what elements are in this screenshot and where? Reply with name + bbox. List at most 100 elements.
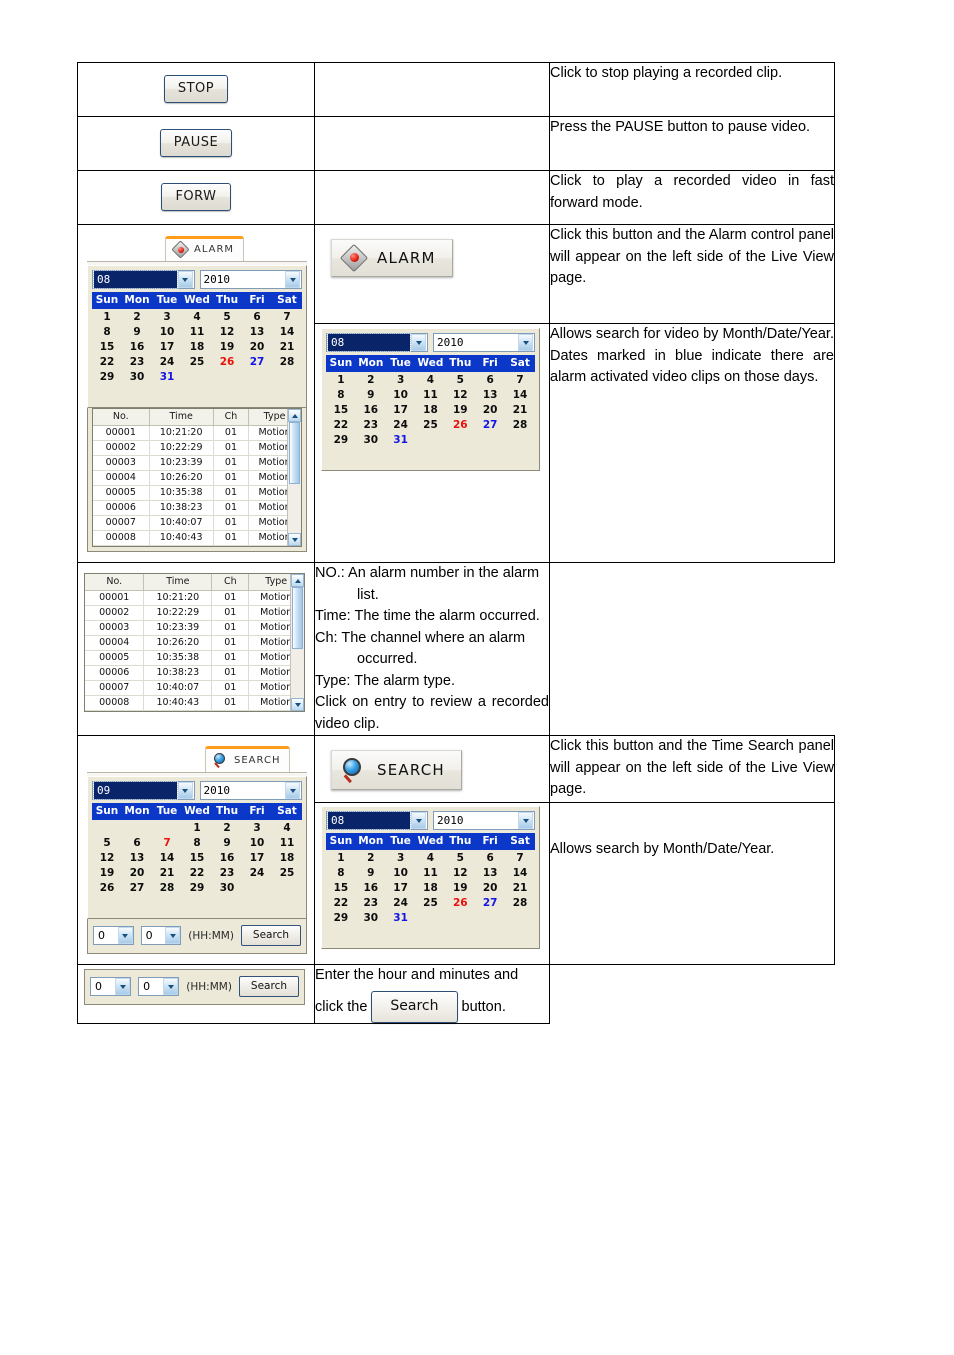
- calendar-day-alarm[interactable]: 31: [385, 910, 416, 926]
- calendar-day[interactable]: 22: [92, 354, 122, 369]
- alarm-calendar-grid[interactable]: Sun Mon Tue Wed Thu Fri Sat 1 2 3 4 5 6 …: [92, 292, 302, 384]
- alarm-list-row[interactable]: 00005 10:35:38 01 Motion: [85, 650, 304, 666]
- calendar-day[interactable]: 15: [326, 402, 356, 418]
- month-select[interactable]: 08: [326, 333, 428, 353]
- calendar-day-selected[interactable]: 26: [445, 417, 476, 433]
- calendar-day[interactable]: 18: [272, 850, 302, 865]
- stop-button[interactable]: STOP: [163, 75, 229, 103]
- calendar-day[interactable]: 13: [122, 850, 152, 865]
- scroll-down-icon[interactable]: [288, 533, 301, 546]
- calendar-day[interactable]: 7: [272, 309, 302, 324]
- calendar-day[interactable]: 30: [355, 432, 386, 448]
- calendar-day[interactable]: 21: [272, 339, 302, 354]
- calendar-day[interactable]: 20: [242, 339, 272, 354]
- calendar-day[interactable]: 21: [505, 880, 535, 896]
- calendar-day[interactable]: 28: [505, 895, 535, 911]
- calendar-day[interactable]: 13: [242, 324, 272, 339]
- calendar-day[interactable]: 19: [445, 880, 476, 896]
- alarm-list-row[interactable]: 00008 10:40:43 01 Motion: [85, 695, 304, 711]
- calendar-day[interactable]: 9: [212, 835, 242, 850]
- calendar-day[interactable]: 18: [415, 880, 446, 896]
- calendar-day[interactable]: 11: [272, 835, 302, 850]
- alarm-button[interactable]: ALARM: [331, 239, 453, 277]
- chevron-down-icon[interactable]: [518, 812, 533, 830]
- calendar-day[interactable]: 12: [445, 865, 476, 881]
- calendar-day[interactable]: 29: [326, 910, 356, 926]
- chevron-down-icon[interactable]: [115, 978, 131, 995]
- calendar-day[interactable]: 24: [152, 354, 182, 369]
- calendar-day[interactable]: 23: [355, 417, 386, 433]
- calendar-day[interactable]: 10: [385, 387, 416, 403]
- calendar-day[interactable]: 19: [212, 339, 242, 354]
- calendar-day[interactable]: 7: [505, 850, 535, 866]
- chevron-down-icon[interactable]: [411, 812, 426, 830]
- calendar-day[interactable]: 6: [242, 309, 272, 324]
- calendar-day[interactable]: 22: [182, 865, 212, 880]
- calendar-day[interactable]: 20: [122, 865, 152, 880]
- hour-select[interactable]: 0: [93, 926, 134, 945]
- calendar-day[interactable]: 1: [326, 850, 356, 866]
- calendar-day[interactable]: 11: [415, 865, 446, 881]
- year-select[interactable]: 2010: [433, 333, 535, 353]
- calendar-day[interactable]: 6: [122, 835, 152, 850]
- calendar-day[interactable]: 5: [212, 309, 242, 324]
- calendar-day[interactable]: 30: [355, 910, 386, 926]
- minute-select[interactable]: 0: [138, 977, 180, 996]
- alarm-list-row[interactable]: 00003 10:23:39 01 Motion: [93, 455, 301, 471]
- alarm-list-grid-2[interactable]: No. Time Ch Type 00001 10:21:20 01 Motio…: [84, 573, 305, 712]
- calendar-day-alarm[interactable]: 31: [385, 432, 416, 448]
- calendar-day[interactable]: 8: [92, 324, 122, 339]
- calendar-day[interactable]: 25: [182, 354, 212, 369]
- calendar-day[interactable]: 15: [326, 880, 356, 896]
- calendar-day[interactable]: 4: [272, 820, 302, 835]
- calendar-day[interactable]: 20: [475, 880, 506, 896]
- calendar-grid[interactable]: Sun Mon Tue Wed Thu Fri Sat 1 2 3 4 5 6 …: [326, 833, 535, 926]
- calendar-day[interactable]: 22: [326, 417, 356, 433]
- calendar-day[interactable]: 1: [92, 309, 122, 324]
- calendar-day[interactable]: 16: [355, 880, 386, 896]
- calendar-day[interactable]: 6: [475, 850, 506, 866]
- calendar-day[interactable]: 22: [326, 895, 356, 911]
- calendar-day[interactable]: 21: [152, 865, 182, 880]
- calendar-day[interactable]: 12: [445, 387, 476, 403]
- search-year-select[interactable]: 2010: [199, 781, 302, 800]
- calendar-day[interactable]: 23: [122, 354, 152, 369]
- alarm-list-scrollbar[interactable]: [290, 574, 304, 711]
- calendar-day[interactable]: 30: [122, 369, 152, 384]
- scroll-up-icon[interactable]: [291, 574, 304, 587]
- calendar-day-alarm[interactable]: 27: [242, 354, 272, 369]
- calendar-day[interactable]: 15: [92, 339, 122, 354]
- hour-select[interactable]: 0: [90, 977, 132, 996]
- search-calendar-grid[interactable]: Sun Mon Tue Wed Thu Fri Sat 1 2 3 4 5 6 …: [92, 803, 302, 895]
- calendar-day[interactable]: 5: [92, 835, 122, 850]
- calendar-day[interactable]: 8: [326, 865, 356, 881]
- alarm-list-row[interactable]: 00007 10:40:07 01 Motion: [93, 515, 301, 531]
- calendar-day[interactable]: 11: [415, 387, 446, 403]
- calendar-day[interactable]: 2: [355, 372, 386, 388]
- calendar-day[interactable]: 10: [152, 324, 182, 339]
- calendar-day-alarm[interactable]: 27: [475, 417, 506, 433]
- chevron-down-icon[interactable]: [177, 782, 193, 799]
- calendar-day-selected[interactable]: 7: [152, 835, 182, 850]
- calendar-day[interactable]: 17: [385, 402, 416, 418]
- calendar-day[interactable]: 18: [415, 402, 446, 418]
- alarm-list-row[interactable]: 00007 10:40:07 01 Motion: [85, 680, 304, 696]
- alarm-list-row[interactable]: 00003 10:23:39 01 Motion: [85, 620, 304, 636]
- calendar-day[interactable]: 17: [152, 339, 182, 354]
- minute-select[interactable]: 0: [140, 926, 182, 945]
- calendar-day[interactable]: 25: [415, 895, 446, 911]
- search-button[interactable]: SEARCH: [331, 750, 462, 790]
- pause-button[interactable]: PAUSE: [159, 129, 233, 157]
- scrollbar-thumb[interactable]: [289, 422, 300, 484]
- scrollbar-thumb[interactable]: [292, 587, 303, 649]
- calendar-day[interactable]: 14: [152, 850, 182, 865]
- calendar-day[interactable]: 14: [272, 324, 302, 339]
- calendar-day[interactable]: 2: [122, 309, 152, 324]
- calendar-day[interactable]: 27: [122, 880, 152, 895]
- calendar-day[interactable]: 10: [242, 835, 272, 850]
- calendar-day[interactable]: 8: [326, 387, 356, 403]
- calendar-day[interactable]: 4: [182, 309, 212, 324]
- calendar-day[interactable]: 25: [415, 417, 446, 433]
- scroll-down-icon[interactable]: [291, 698, 304, 711]
- calendar-day[interactable]: 29: [326, 432, 356, 448]
